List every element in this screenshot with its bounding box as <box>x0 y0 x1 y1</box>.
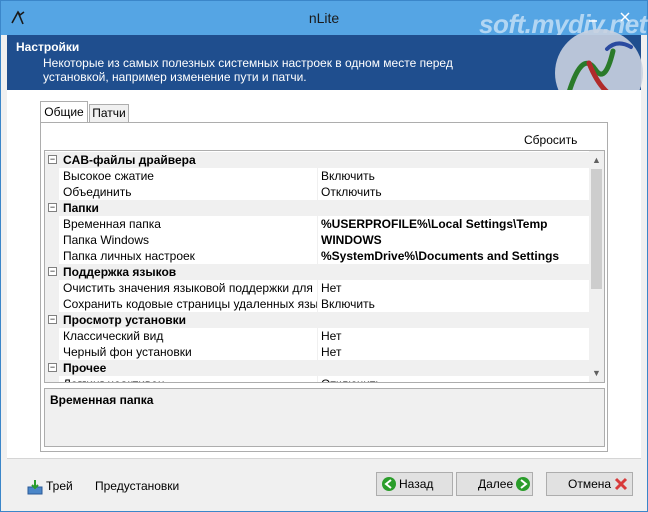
row-gutter <box>45 280 59 296</box>
row-gutter <box>45 296 59 312</box>
category-row[interactable]: − Поддержка языков <box>45 264 589 280</box>
column-divider <box>317 216 318 232</box>
cancel-label: Отмена <box>568 477 612 491</box>
page-description: Некоторые из самых полезных системных на… <box>43 56 453 84</box>
next-label: Далее <box>478 477 514 491</box>
category-row[interactable]: − Прочее <box>45 360 589 376</box>
vertical-scrollbar[interactable]: ▲ ▼ <box>589 151 604 382</box>
back-arrow-icon <box>382 477 396 491</box>
row-gutter <box>45 232 59 248</box>
scroll-thumb[interactable] <box>591 169 602 289</box>
property-row[interactable]: Классический вид Нет <box>45 328 589 344</box>
column-divider <box>317 248 318 264</box>
page-title: Настройки <box>16 40 80 54</box>
row-gutter <box>45 216 59 232</box>
tab-patches[interactable]: Патчи <box>89 104 129 123</box>
row-gutter <box>45 184 59 200</box>
property-grid-rows: − CAB-файлы драйвера Высокое сжатие Включит… <box>45 152 589 382</box>
property-name: Папка личных настроек <box>63 249 195 263</box>
category-name: Прочее <box>63 361 107 375</box>
category-name: Папки <box>63 201 99 215</box>
property-row[interactable]: Временная папка %USERPROFILE%\Local Setti… <box>45 216 589 232</box>
row-gutter <box>45 376 59 382</box>
property-row[interactable]: Папка Windows WINDOWS <box>45 232 589 248</box>
property-row[interactable]: Сохранить кодовые страницы удаленных язы… <box>45 296 589 312</box>
property-row[interactable]: Папка личных настроек %SystemDrive%\Docum… <box>45 248 589 264</box>
tray-icon <box>27 479 43 495</box>
app-window: nLite soft.mydiv.net Настройки Некоторые… <box>0 0 648 512</box>
column-divider <box>317 280 318 296</box>
collapse-toggle-icon[interactable]: − <box>48 155 57 164</box>
property-name: Черный фон установки <box>63 345 192 359</box>
cancel-button[interactable]: Отмена <box>546 472 633 496</box>
property-name: Классический вид <box>63 329 164 343</box>
reset-link[interactable]: Сбросить <box>524 133 577 147</box>
column-divider <box>317 232 318 248</box>
property-value[interactable]: Нет <box>321 328 341 344</box>
property-name: Очистить значения языковой поддержки для… <box>63 281 317 295</box>
property-value[interactable]: Отключить <box>321 184 382 200</box>
property-row[interactable]: Высокое сжатие Включить <box>45 168 589 184</box>
tray-label: Трей <box>46 479 73 493</box>
property-name: Временная папка <box>63 217 161 231</box>
minimize-button[interactable] <box>581 7 605 29</box>
description-title: Временная папка <box>50 393 154 407</box>
collapse-toggle-icon[interactable]: − <box>48 203 57 212</box>
tray-button[interactable]: Трей <box>27 477 73 495</box>
property-value[interactable]: Отключить <box>321 376 382 382</box>
category-row[interactable]: − Просмотр установки <box>45 312 589 328</box>
row-gutter <box>45 168 59 184</box>
property-value[interactable]: Включить <box>321 296 375 312</box>
category-name: Просмотр установки <box>63 313 187 327</box>
description-panel: Временная папка <box>44 388 605 447</box>
column-divider <box>317 376 318 382</box>
close-button[interactable] <box>605 7 645 29</box>
close-icon <box>620 12 630 22</box>
tab-general[interactable]: Общие <box>40 101 88 123</box>
property-name: Объединить <box>63 185 132 199</box>
minimize-icon <box>589 20 597 22</box>
column-divider <box>317 344 318 360</box>
property-value[interactable]: %USERPROFILE%\Local Settings\Temp <box>321 216 547 232</box>
collapse-toggle-icon[interactable]: − <box>48 267 57 276</box>
property-name: Высокое сжатие <box>63 169 154 183</box>
category-name: CAB-файлы драйвера <box>63 153 196 167</box>
row-gutter <box>45 248 59 264</box>
property-name: Сохранить кодовые страницы удаленных язы… <box>63 297 317 311</box>
back-button[interactable]: Назад <box>376 472 453 496</box>
page-header: Настройки Некоторые из самых полезных си… <box>7 29 643 117</box>
property-row[interactable]: Черный фон установки Нет <box>45 344 589 360</box>
row-gutter <box>45 328 59 344</box>
category-row[interactable]: − CAB-файлы драйвера <box>45 152 589 168</box>
property-row[interactable]: Логгинг неактивен Отключить <box>45 376 589 382</box>
category-name: Поддержка языков <box>63 265 177 279</box>
property-name: Папка Windows <box>63 233 149 247</box>
next-button[interactable]: Далее <box>456 472 533 496</box>
scroll-down-arrow-icon[interactable]: ▼ <box>591 366 602 380</box>
scroll-up-arrow-icon[interactable]: ▲ <box>591 153 602 167</box>
property-value[interactable]: %SystemDrive%\Documents and Settings <box>321 248 559 264</box>
column-divider <box>317 168 318 184</box>
category-row[interactable]: − Папки <box>45 200 589 216</box>
property-row[interactable]: Очистить значения языковой поддержки для… <box>45 280 589 296</box>
property-value[interactable]: WINDOWS <box>321 232 382 248</box>
column-divider <box>317 184 318 200</box>
presets-button[interactable]: Предустановки <box>95 477 179 495</box>
row-gutter <box>45 344 59 360</box>
collapse-toggle-icon[interactable]: − <box>48 363 57 372</box>
property-value[interactable]: Включить <box>321 168 375 184</box>
column-divider <box>317 296 318 312</box>
next-arrow-icon <box>516 477 530 491</box>
property-grid[interactable]: − CAB-файлы драйвера Высокое сжатие Включит… <box>44 150 605 383</box>
back-label: Назад <box>399 477 434 491</box>
property-value[interactable]: Нет <box>321 344 341 360</box>
property-row[interactable]: Объединить Отключить <box>45 184 589 200</box>
property-value[interactable]: Нет <box>321 280 341 296</box>
column-divider <box>317 328 318 344</box>
property-name: Логгинг неактивен <box>63 376 317 382</box>
collapse-toggle-icon[interactable]: − <box>48 315 57 324</box>
cancel-x-icon <box>614 477 628 491</box>
